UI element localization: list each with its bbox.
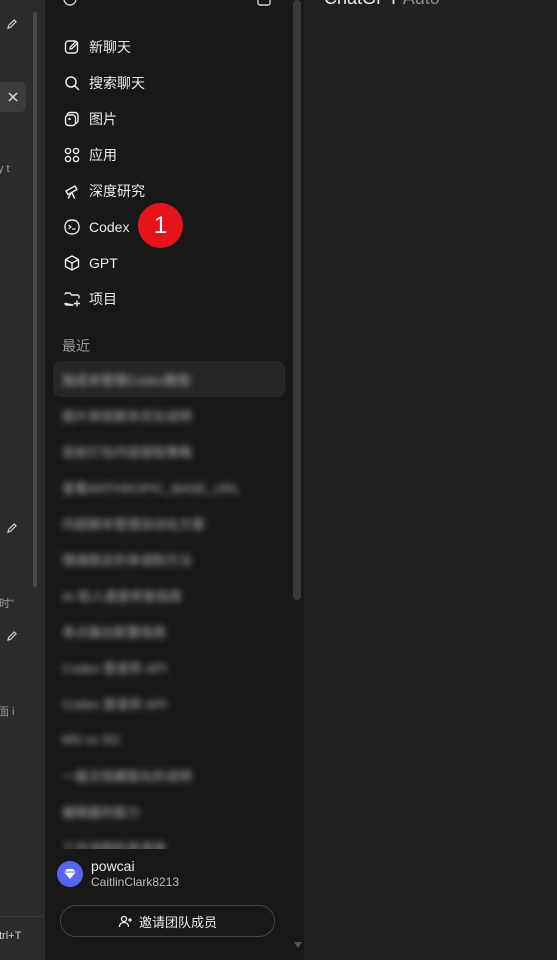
list-item[interactable]: Codex 登录异 API [53, 649, 285, 685]
sidebar-toggle-icon[interactable] [257, 0, 271, 6]
nav-deep-research[interactable]: 深度研究 [53, 173, 289, 209]
list-item[interactable]: 查看ANTHROPIC_BASE_URL [53, 469, 285, 505]
model-name: ChatGPT [324, 0, 399, 8]
chat-title: Codex 登录异 API [62, 696, 167, 712]
nav-label: 项目 [89, 291, 117, 307]
recent-chat-list: 独成本管理Codex教程 图片审核脚本优化说明 目前打包内容提取策略 查看ANT… [53, 361, 285, 849]
codex-icon [63, 218, 81, 236]
nav-list: 新聊天 搜索聊天 图片 应用 深度研究 Codex GPT 项目 [53, 29, 289, 317]
chat-title: 查看ANTHROPIC_BASE_URL [62, 480, 240, 496]
chat-title: MS vs SG [62, 731, 121, 747]
list-item[interactable]: 目前打包内容提取策略 [53, 433, 285, 469]
chat-title: 内部脚本管理自动化方案 [62, 516, 206, 532]
list-item[interactable]: 工作流程检查清单 [53, 829, 285, 850]
edit-icon[interactable] [6, 522, 18, 534]
chat-title: 编辑器的能力 [62, 804, 141, 820]
list-item[interactable]: 独成本管理Codex教程 [53, 361, 285, 397]
profile[interactable]: powcai CaitlinClark8213 [57, 854, 179, 894]
nav-label: 深度研究 [89, 183, 145, 199]
nav-search-chats[interactable]: 搜索聊天 [53, 65, 289, 101]
chat-title: 一篇文档模板化的说明 [62, 768, 193, 784]
background-panel: y t 时" 面 i trl+T [0, 0, 44, 960]
avatar [57, 861, 83, 887]
images-icon [63, 110, 81, 128]
nav-apps[interactable]: 应用 [53, 137, 289, 173]
nav-label: GPT [89, 255, 118, 271]
nav-projects[interactable]: 项目 [53, 281, 289, 317]
profile-name: powcai [91, 858, 135, 874]
nav-images[interactable]: 图片 [53, 101, 289, 137]
text-fragment: 面 i [0, 706, 15, 718]
close-icon [8, 92, 18, 102]
nav-new-chat[interactable]: 新聊天 [53, 29, 289, 65]
invite-team-button[interactable]: 邀请团队成员 [60, 905, 275, 937]
profile-id: CaitlinClark8213 [91, 875, 180, 889]
telescope-icon [63, 182, 81, 200]
list-item[interactable]: 内部脚本管理自动化方案 [53, 505, 285, 541]
nav-label: 搜索聊天 [89, 75, 145, 91]
chat-title: 目前打包内容提取策略 [62, 444, 193, 460]
annotation-badge: 1 [138, 203, 183, 248]
shortcut-hint: trl+T [0, 930, 22, 942]
list-item[interactable]: 情绪稳定的单调制方法 [53, 541, 285, 577]
divider [0, 916, 44, 917]
list-item[interactable]: 一篇文档模板化的说明 [53, 757, 285, 793]
chat-title: 情绪稳定的单调制方法 [62, 552, 193, 568]
list-item[interactable]: Codex 登录异 API [53, 685, 285, 721]
model-variant: Auto [403, 0, 440, 8]
chat-title: 工作流程检查清单 [62, 840, 167, 850]
edit-icon[interactable] [6, 630, 18, 642]
nav-label: 新聊天 [89, 39, 131, 55]
list-item[interactable]: 编辑器的能力 [53, 793, 285, 829]
invite-label: 邀请团队成员 [138, 914, 217, 930]
nav-gpt[interactable]: GPT [53, 245, 289, 281]
model-selector[interactable]: ChatGPT Auto [324, 0, 440, 9]
close-button[interactable] [0, 82, 26, 112]
text-fragment: y t [0, 163, 10, 175]
scrollbar[interactable] [33, 12, 37, 587]
sidebar: 新聊天 搜索聊天 图片 应用 深度研究 Codex GPT 项目 1 最近 独成… [44, 0, 304, 960]
diamond-icon [64, 869, 76, 879]
list-item[interactable]: AI 助人速度修复指南 [53, 577, 285, 613]
list-item[interactable]: 图片审核脚本优化说明 [53, 397, 285, 433]
chat-title: 图片审核脚本优化说明 [62, 408, 193, 424]
chat-title: AI 助人速度修复指南 [62, 588, 182, 604]
apps-icon [63, 146, 81, 164]
chat-title: 单点输出配置指南 [62, 624, 167, 640]
new-chat-icon [63, 38, 81, 56]
list-item[interactable]: 单点输出配置指南 [53, 613, 285, 649]
list-item[interactable]: MS vs SG [53, 721, 285, 757]
nav-label: 图片 [89, 111, 117, 127]
sidebar-scrollbar[interactable] [293, 0, 301, 600]
chat-title: Codex 登录异 API [62, 660, 167, 676]
cube-icon [63, 254, 81, 272]
add-user-icon [118, 915, 132, 927]
nav-label: Codex [89, 219, 130, 235]
edit-icon[interactable] [6, 18, 18, 30]
text-fragment: 时" [0, 598, 14, 610]
scroll-down-icon[interactable] [294, 942, 302, 948]
logo-icon[interactable] [63, 0, 77, 6]
folder-plus-icon [63, 290, 81, 308]
main-area: ChatGPT Auto [304, 0, 557, 960]
recent-section-title: 最近 [62, 338, 90, 354]
chat-title: 独成本管理Codex教程 [62, 372, 191, 388]
search-icon [63, 74, 81, 92]
nav-label: 应用 [89, 147, 117, 163]
